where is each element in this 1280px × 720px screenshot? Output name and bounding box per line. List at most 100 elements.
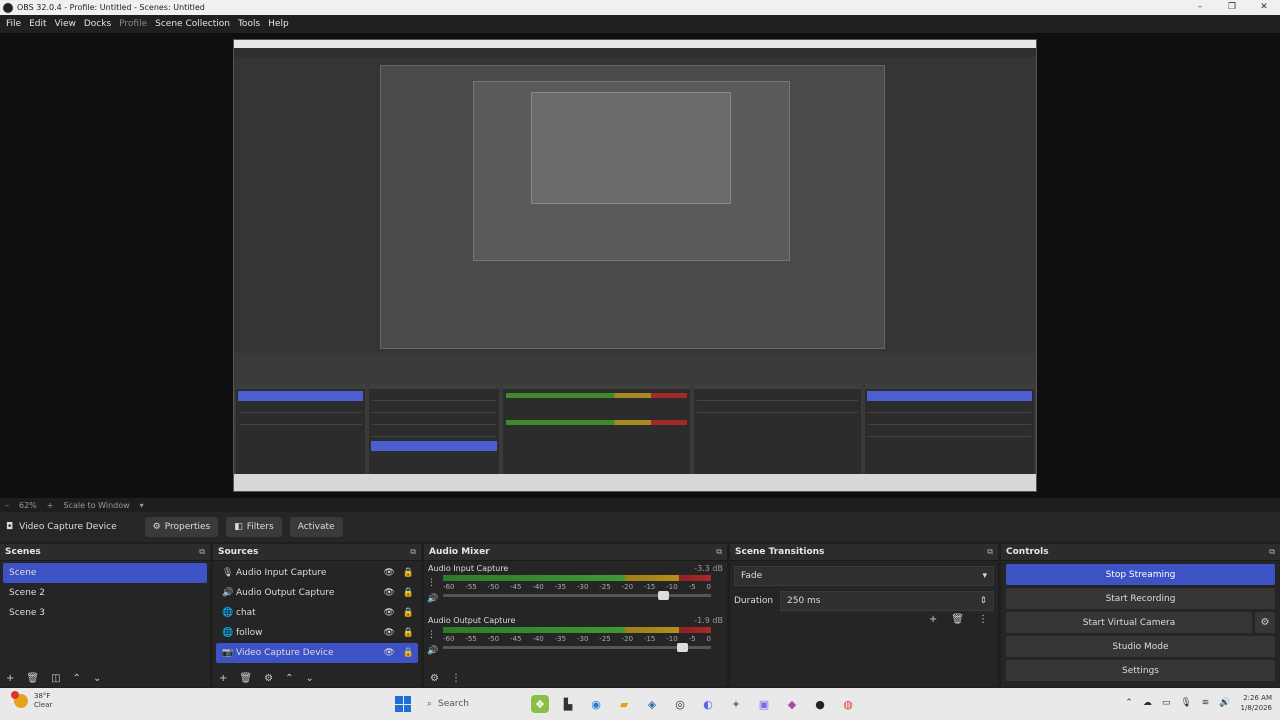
close-button[interactable]: ✕ [1248,0,1280,15]
source-item-video-capture-device[interactable]: 📷 Video Capture Device 👁 🔒 [216,643,418,663]
visual-studio-icon[interactable]: ◆ [783,695,801,713]
minimize-button[interactable]: – [1184,0,1216,15]
fader-handle[interactable] [658,591,669,600]
chrome-icon[interactable]: ◍ [839,695,857,713]
mixer-settings-icon[interactable]: ⚙ [430,673,439,684]
nested-controls-dock [864,383,1035,478]
copilot-icon[interactable]: ✦ [727,695,745,713]
widgets-app-icon[interactable]: ❖ [531,695,549,713]
spin-arrows-icon[interactable]: ⇕ [979,596,987,606]
plus-icon[interactable]: + [47,501,54,510]
discord-icon[interactable]: ◐ [699,695,717,713]
menu-docks[interactable]: Docks [80,19,115,29]
speaker-icon[interactable]: 🔊 [427,591,438,607]
obs-app-icon[interactable]: ● [811,695,829,713]
undock-icon[interactable]: ⧉ [1269,547,1275,557]
speaker-icon[interactable]: 🔊 [427,643,438,659]
add-transition-icon[interactable]: + [929,614,937,625]
kebab-menu-icon[interactable]: ⋮ [427,627,438,643]
activate-button[interactable]: Activate [289,517,343,537]
minus-icon[interactable]: – [5,501,9,510]
taskbar-search[interactable]: ⌕ Search [421,693,521,715]
source-item-audio-input-capture[interactable]: 🎙 Audio Input Capture 👁 🔒 [216,563,418,583]
edge-browser-icon[interactable]: ◉ [587,695,605,713]
wifi-icon[interactable]: ≋ [1202,698,1210,708]
undock-icon[interactable]: ⧉ [987,547,993,557]
move-up-icon[interactable]: ⌃ [73,673,81,684]
store-icon[interactable]: ◈ [643,695,661,713]
add-scene-icon[interactable]: + [6,673,14,684]
windows-start-icon[interactable] [395,696,411,712]
menu-profile[interactable]: Profile [115,19,151,29]
folder-icon[interactable]: ▰ [615,695,633,713]
undock-icon[interactable]: ⧉ [410,547,416,557]
lock-icon[interactable]: 🔒 [403,608,414,618]
controls-dock: Controls ⧉ Stop Streaming Start Recordin… [1001,544,1280,687]
transition-select[interactable]: Fade ▾ [734,566,994,586]
weather-widget[interactable]: 38°F Clear [11,691,52,710]
cloud-icon[interactable]: ☁ [1143,698,1152,708]
start-recording-button[interactable]: Start Recording [1006,588,1275,609]
menu-scene-collection[interactable]: Scene Collection [151,19,234,29]
eye-icon[interactable]: 👁 [383,608,394,618]
move-down-icon[interactable]: ⌄ [305,673,313,684]
eye-icon[interactable]: 👁 [383,648,394,658]
add-source-icon[interactable]: + [219,673,227,684]
volume-icon[interactable]: 🔊 [1219,698,1230,708]
steam-icon[interactable]: ◎ [671,695,689,713]
source-item-follow[interactable]: 🌐 follow 👁 🔒 [216,623,418,643]
volume-fader[interactable] [443,591,711,600]
lock-icon[interactable]: 🔒 [403,588,414,598]
network-icon[interactable]: ▭ [1162,698,1171,708]
scene-item-scene-3[interactable]: Scene 3 [3,603,207,623]
undock-icon[interactable]: ⧉ [716,547,722,557]
scene-filters-icon[interactable]: ◫ [51,673,60,684]
move-down-icon[interactable]: ⌄ [93,673,101,684]
lock-icon[interactable]: 🔒 [403,648,414,658]
remove-scene-icon[interactable]: 🗑 [26,673,39,684]
kebab-menu-icon[interactable]: ⋮ [978,614,988,625]
fader-handle[interactable] [677,643,688,652]
eye-icon[interactable]: 👁 [383,568,394,578]
kebab-menu-icon[interactable]: ⋮ [427,575,438,591]
microphone-icon[interactable]: 🎙 [1180,698,1191,708]
clock[interactable]: 2:26 AM 1/8/2026 [1241,693,1272,713]
source-item-audio-output-capture[interactable]: 🔊 Audio Output Capture 👁 🔒 [216,583,418,603]
source-item-chat[interactable]: 🌐 chat 👁 🔒 [216,603,418,623]
settings-button[interactable]: Settings [1006,660,1275,681]
studio-mode-button[interactable]: Studio Mode [1006,636,1275,657]
chevron-down-icon[interactable]: ▾ [140,501,144,510]
remove-source-icon[interactable]: 🗑 [239,673,252,684]
scene-item-scene[interactable]: Scene [3,563,207,583]
menu-help[interactable]: Help [264,19,293,29]
undock-icon[interactable]: ⧉ [199,547,205,557]
filters-button[interactable]: ◧ Filters [226,517,282,537]
preview-canvas[interactable] [0,33,1280,498]
maximize-button[interactable]: ❐ [1216,0,1248,15]
properties-button[interactable]: ⚙ Properties [144,517,219,537]
virtual-camera-settings-icon[interactable]: ⚙ [1255,612,1275,633]
scene-item-scene-2[interactable]: Scene 2 [3,583,207,603]
file-explorer-icon[interactable]: ▙ [559,695,577,713]
volume-fader[interactable] [443,643,711,652]
tray-overflow-icon[interactable]: ⌃ [1125,698,1133,708]
scale-mode-select[interactable]: Scale to Window [63,501,129,510]
move-up-icon[interactable]: ⌃ [285,673,293,684]
lock-icon[interactable]: 🔒 [403,628,414,638]
menu-tools[interactable]: Tools [234,19,264,29]
teams-icon[interactable]: ▣ [755,695,773,713]
remove-transition-icon[interactable]: 🗑 [951,614,964,625]
eye-icon[interactable]: 👁 [383,628,394,638]
eye-icon[interactable]: 👁 [383,588,394,598]
start-virtual-camera-button[interactable]: Start Virtual Camera [1006,612,1252,633]
menu-edit[interactable]: Edit [25,19,50,29]
stop-streaming-button[interactable]: Stop Streaming [1006,564,1275,585]
kebab-menu-icon[interactable]: ⋮ [451,673,461,684]
source-properties-icon[interactable]: ⚙ [264,673,273,684]
menu-file[interactable]: File [2,19,25,29]
duration-spinbox[interactable]: 250 ms ⇕ [780,591,994,611]
lock-icon[interactable]: 🔒 [403,568,414,578]
menu-view[interactable]: View [51,19,80,29]
chevron-down-icon: ▾ [982,571,987,581]
scenes-dock-header: Scenes ⧉ [0,544,210,561]
